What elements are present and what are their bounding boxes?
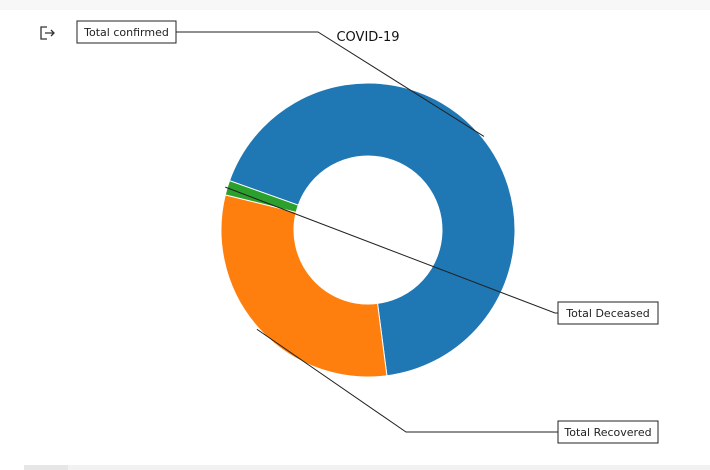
chart-title: COVID-19 [336, 30, 399, 45]
slice-label: Total Deceased [565, 307, 649, 320]
bottom-scrollbar-track[interactable] [24, 465, 710, 470]
slice-label: Total confirmed [83, 26, 169, 39]
slices-group [220, 82, 516, 378]
slice-label: Total Recovered [563, 426, 651, 439]
bottom-scrollbar-thumb[interactable] [24, 465, 68, 470]
donut-chart: Total confirmed Total Recovered Total Dece… [76, 20, 659, 444]
slice-total-recovered [220, 194, 388, 378]
